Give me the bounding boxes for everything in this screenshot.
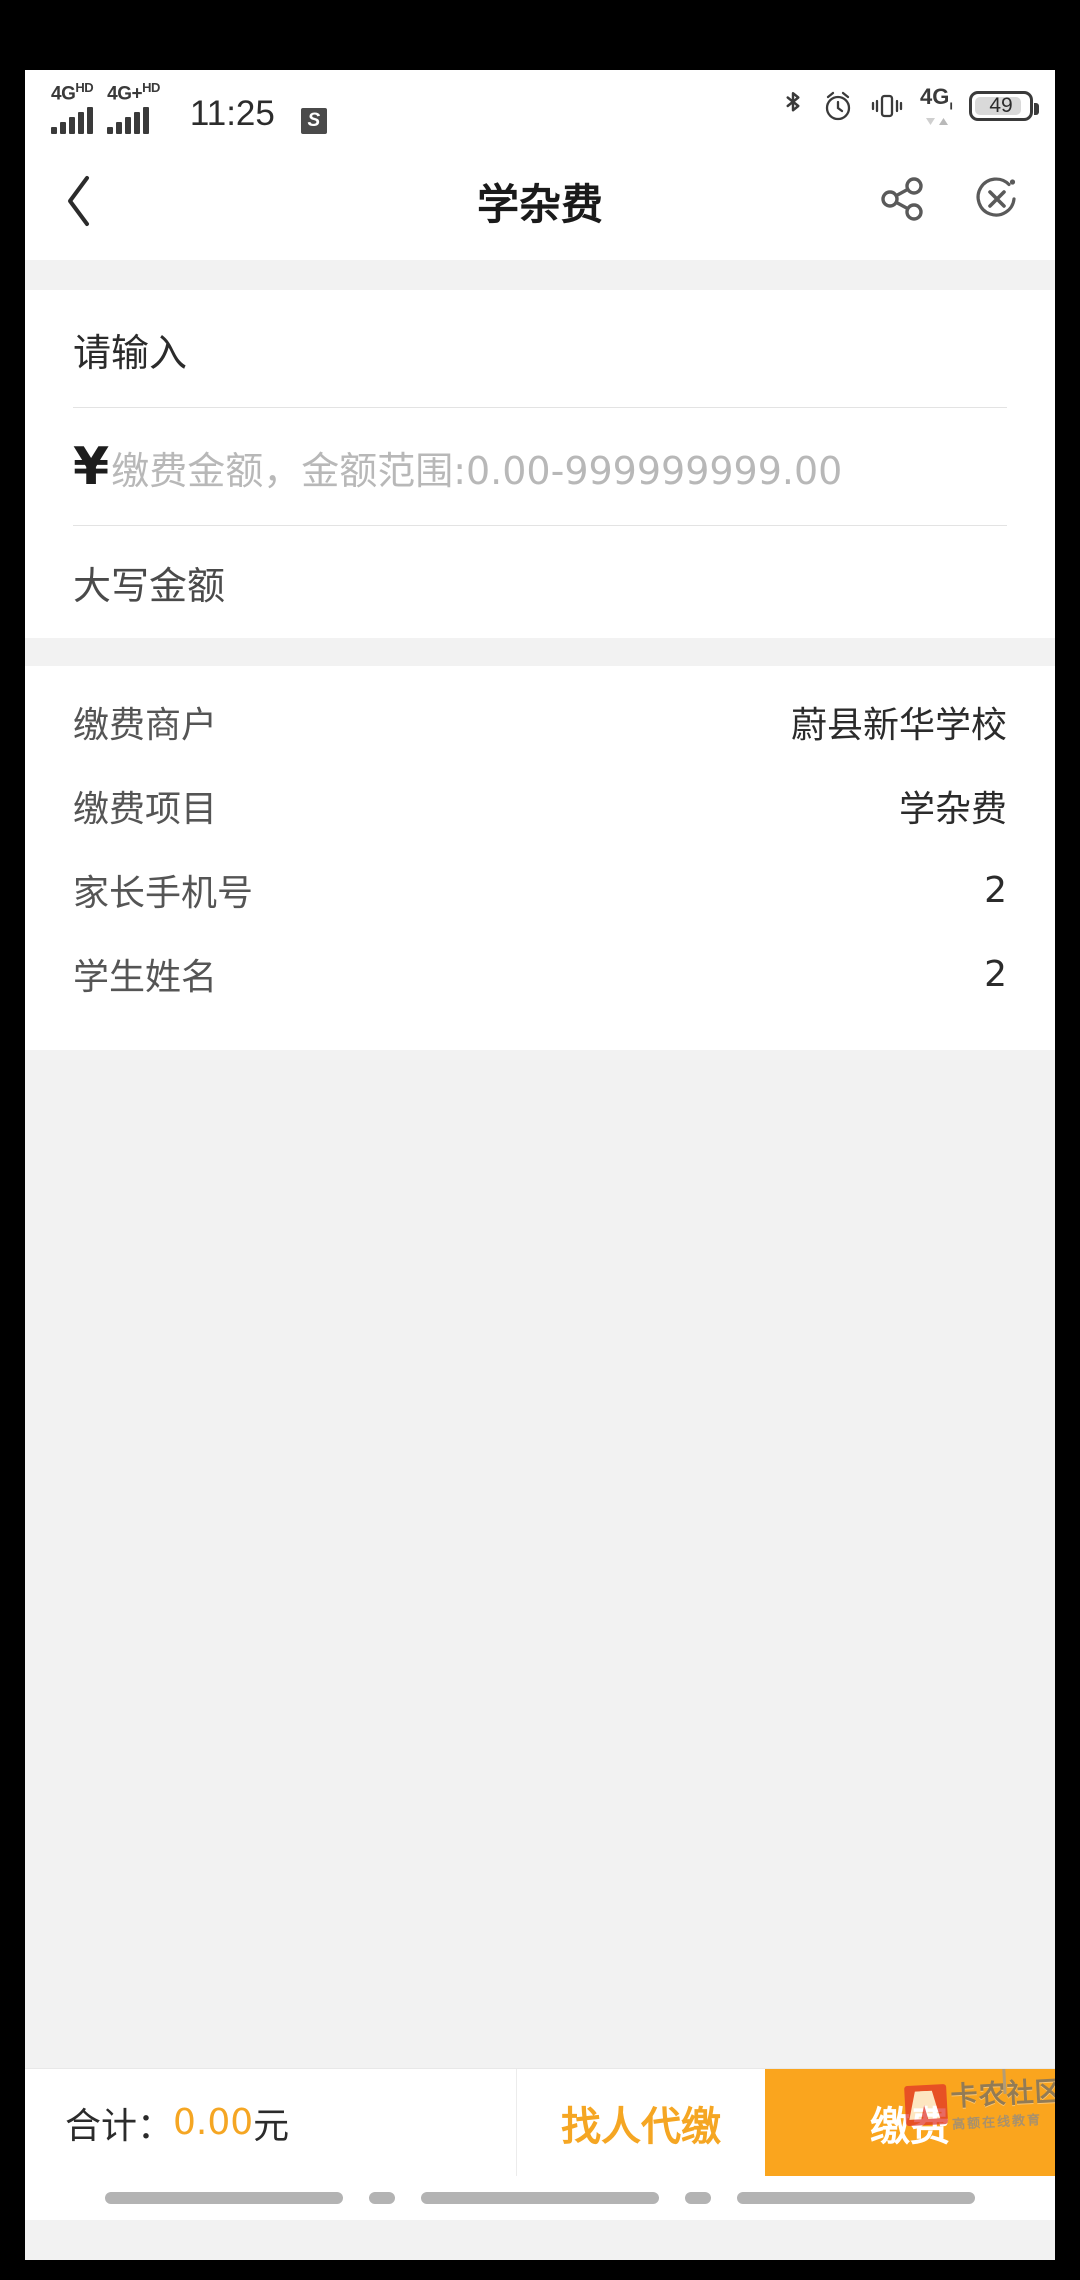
sim1-network-label: 4GHD — [51, 80, 94, 105]
capital-amount-label: 大写金额 — [73, 563, 226, 608]
section-gap-top — [25, 260, 1055, 290]
detail-label: 学生姓名 — [73, 957, 218, 998]
table-row: 学生姓名 2 — [25, 932, 1055, 1016]
mobile-data-label: 4Gı — [920, 83, 953, 113]
status-bar-right: 4Gı 49 — [780, 83, 1039, 126]
amount-input-field[interactable]: ¥ 缴费金额，金额范围:0.00-999999999.00 — [25, 408, 1055, 526]
back-chevron-icon[interactable] — [65, 176, 109, 226]
nav-extra-handle[interactable] — [685, 2192, 711, 2204]
total-label: 合计： — [65, 2105, 174, 2147]
bottom-action-bar: 合计： 0.00 元 找人代缴 缴费 卡农社区 高额在线教育 — [25, 2068, 1055, 2176]
detail-label: 缴费项目 — [73, 789, 218, 830]
name-input-field[interactable]: 请输入 — [25, 290, 1055, 408]
battery-percent-label: 49 — [989, 93, 1013, 117]
empty-content-area — [25, 1050, 1055, 2068]
android-navigation-bar — [25, 2176, 1055, 2220]
detail-label: 缴费商户 — [73, 705, 218, 746]
total-amount-unit: 元 — [253, 2105, 290, 2147]
nav-home-handle[interactable] — [369, 2192, 395, 2204]
bluetooth-icon — [780, 89, 806, 123]
detail-value: 2 — [984, 953, 1007, 995]
watermark-title: 卡农社区 — [949, 2075, 1055, 2113]
watermark-subtitle: 高额在线教育 — [951, 2112, 1043, 2133]
name-input-value: 请输入 — [73, 330, 188, 375]
capital-amount-field: 大写金额 — [25, 526, 1055, 638]
amount-input-placeholder: 缴费金额，金额范围:0.00-999999999.00 — [111, 448, 843, 493]
total-amount-value: 0.00 — [173, 2102, 254, 2143]
section-gap-middle — [25, 638, 1055, 666]
table-row: 家长手机号 2 — [25, 848, 1055, 932]
title-bar: 学杂费 — [25, 142, 1055, 260]
detail-value: 蔚县新华学校 — [790, 705, 1007, 746]
nav-back-handle[interactable] — [105, 2192, 343, 2204]
payment-input-card: 请输入 ¥ 缴费金额，金额范围:0.00-999999999.00 大写金额 — [25, 290, 1055, 638]
status-bar: 4GHD 4G+HD 11:25 S 4Gı 49 — [25, 70, 1055, 142]
table-row: 缴费项目 学杂费 — [25, 764, 1055, 848]
app-viewport: 4GHD 4G+HD 11:25 S 4Gı 49 学杂费 请输入 ¥ 缴费金额… — [25, 70, 1055, 2260]
nav-trailing-handle[interactable] — [737, 2192, 975, 2204]
detail-value: 学杂费 — [898, 789, 1007, 830]
close-circle-icon[interactable] — [971, 173, 1023, 230]
nav-recents-handle[interactable] — [421, 2192, 659, 2204]
pay-button-label: 缴费 — [870, 2103, 950, 2150]
mobile-data-indicator: 4Gı — [920, 83, 953, 126]
payment-details-card: 缴费商户 蔚县新华学校 缴费项目 学杂费 家长手机号 2 学生姓名 2 — [25, 666, 1055, 1050]
status-bar-clock: 11:25 — [189, 93, 275, 133]
sim2-signal-bars-icon — [107, 106, 150, 134]
alarm-clock-icon — [822, 89, 854, 123]
notification-app-icon: S — [300, 107, 327, 134]
status-bar-left: 4GHD 4G+HD 11:25 S — [51, 78, 327, 134]
pay-button[interactable]: 缴费 卡农社区 高额在线教育 — [765, 2069, 1055, 2176]
detail-value: 2 — [984, 869, 1007, 911]
sim2-signal: 4G+HD — [107, 78, 160, 134]
proxy-pay-button[interactable]: 找人代缴 — [517, 2069, 765, 2176]
sim2-network-label: 4G+HD — [107, 80, 160, 105]
share-icon[interactable] — [877, 173, 929, 230]
sim1-signal: 4GHD — [51, 78, 94, 134]
currency-symbol-icon: ¥ — [73, 437, 110, 497]
watermark-pin-icon — [1001, 2069, 1007, 2094]
battery-indicator-icon: 49 — [969, 90, 1039, 121]
title-bar-actions — [877, 173, 1023, 230]
data-transfer-arrows-icon — [925, 117, 949, 126]
detail-label: 家长手机号 — [73, 873, 254, 914]
total-amount-display: 合计： 0.00 元 — [25, 2069, 517, 2176]
sim1-signal-bars-icon — [51, 106, 93, 134]
phone-frame: 4GHD 4G+HD 11:25 S 4Gı 49 学杂费 请输入 ¥ 缴费金额… — [0, 0, 1080, 2280]
table-row: 缴费商户 蔚县新华学校 — [25, 680, 1055, 764]
vibrate-icon — [870, 90, 904, 122]
